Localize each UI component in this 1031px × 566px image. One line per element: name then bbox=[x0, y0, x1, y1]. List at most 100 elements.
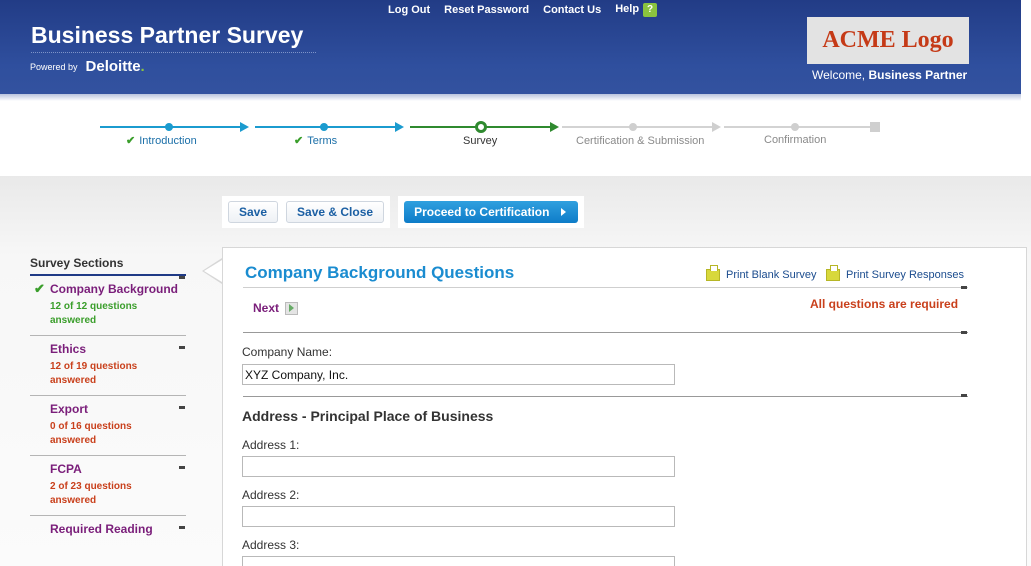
divider-tick bbox=[179, 346, 185, 349]
sidebar-item-count: 2 of 23 questions answered bbox=[50, 480, 186, 508]
save-close-button[interactable]: Save & Close bbox=[286, 201, 385, 223]
print-blank-survey-label: Print Blank Survey bbox=[726, 269, 817, 281]
step-dot-terms bbox=[320, 123, 328, 131]
progress-stepper: ✔ Introduction ✔ Terms Survey Certificatio… bbox=[0, 110, 1031, 170]
step-arrow-icon bbox=[240, 122, 249, 132]
title-divider bbox=[243, 287, 968, 288]
printer-icon bbox=[706, 265, 720, 281]
section-divider bbox=[243, 332, 968, 333]
page-title: Company Background Questions bbox=[245, 263, 515, 282]
panel-pointer-inner bbox=[204, 260, 222, 282]
step-certification[interactable]: Certification & Submission bbox=[576, 135, 704, 147]
sidebar-item-export[interactable]: Export 0 of 16 questions answered bbox=[30, 396, 186, 456]
sidebar-item-company-background[interactable]: ✔ Company Background 12 of 12 questions a… bbox=[30, 276, 186, 336]
step-introduction[interactable]: ✔ Introduction bbox=[126, 134, 197, 147]
powered-by: Powered by Deloitte. bbox=[30, 58, 145, 75]
address-heading: Address - Principal Place of Business bbox=[242, 408, 494, 424]
step-end-square bbox=[870, 122, 880, 132]
help-icon[interactable]: ? bbox=[643, 3, 658, 17]
step-terms[interactable]: ✔ Terms bbox=[294, 134, 337, 147]
sidebar-title: Survey Sections bbox=[30, 256, 186, 276]
sidebar-item-count-line: answered bbox=[50, 375, 97, 386]
divider-tick bbox=[179, 276, 185, 279]
check-icon: ✔ bbox=[126, 135, 136, 147]
powered-by-label: Powered by bbox=[30, 61, 78, 72]
help-link[interactable]: Help? bbox=[615, 3, 658, 17]
step-introduction-label: Introduction bbox=[139, 135, 197, 147]
divider-tick bbox=[961, 331, 967, 334]
client-logo: ACME Logo bbox=[807, 17, 969, 64]
sidebar-item-required-reading[interactable]: Required Reading bbox=[30, 516, 186, 566]
step-arrow-icon bbox=[395, 122, 404, 132]
next-arrow-icon bbox=[285, 301, 299, 315]
sidebar-item-count: 12 of 12 questions answered bbox=[50, 300, 186, 328]
divider-tick bbox=[179, 466, 185, 469]
print-survey-responses-label: Print Survey Responses bbox=[846, 269, 964, 281]
proceed-group: Proceed to Certification bbox=[398, 196, 585, 228]
sidebar-item-count: 0 of 16 questions answered bbox=[50, 420, 186, 448]
step-terms-label: Terms bbox=[307, 135, 338, 147]
sidebar-item-count-line: 0 of 16 questions bbox=[50, 421, 132, 432]
logout-link[interactable]: Log Out bbox=[388, 4, 430, 16]
divider-tick bbox=[179, 526, 185, 529]
save-group: Save Save & Close bbox=[222, 196, 391, 228]
section-divider bbox=[243, 396, 968, 397]
sidebar: Survey Sections ✔ Company Background 12 … bbox=[30, 256, 186, 566]
next-link[interactable]: Next bbox=[253, 301, 299, 315]
save-button[interactable]: Save bbox=[228, 201, 279, 223]
proceed-label: Proceed to Certification bbox=[414, 205, 550, 219]
deloitte-logo-dot: . bbox=[140, 58, 145, 75]
complete-check-icon: ✔ bbox=[34, 281, 45, 296]
sidebar-item-label: Ethics bbox=[50, 342, 87, 356]
header-shadow bbox=[0, 94, 1021, 101]
company-name-label: Company Name: bbox=[242, 345, 333, 359]
title-divider bbox=[31, 52, 316, 53]
address3-input[interactable] bbox=[242, 556, 675, 566]
deloitte-logo: Deloitte. bbox=[86, 58, 145, 75]
contact-us-link[interactable]: Contact Us bbox=[543, 4, 601, 16]
welcome-text: Welcome, Business Partner bbox=[812, 68, 967, 82]
printer-icon bbox=[826, 265, 840, 281]
sidebar-item-ethics[interactable]: Ethics 12 of 19 questions answered bbox=[30, 336, 186, 396]
print-survey-responses-link[interactable]: Print Survey Responses bbox=[826, 265, 964, 281]
play-arrow-icon bbox=[561, 208, 567, 216]
sidebar-item-fcpa[interactable]: FCPA 2 of 23 questions answered bbox=[30, 456, 186, 516]
address1-input[interactable] bbox=[242, 456, 675, 477]
address1-label: Address 1: bbox=[242, 438, 300, 452]
sidebar-item-count-line: 12 of 12 questions bbox=[50, 301, 138, 312]
sidebar-item-label: FCPA bbox=[50, 462, 82, 476]
check-icon: ✔ bbox=[294, 135, 304, 147]
deloitte-logo-text: Deloitte bbox=[85, 58, 141, 75]
step-arrow-icon bbox=[712, 122, 721, 132]
reset-password-link[interactable]: Reset Password bbox=[444, 4, 529, 16]
address3-label: Address 3: bbox=[242, 538, 300, 552]
company-name-input[interactable] bbox=[242, 364, 675, 385]
next-label: Next bbox=[253, 301, 280, 315]
step-survey[interactable]: Survey bbox=[463, 135, 497, 147]
proceed-to-certification-button[interactable]: Proceed to Certification bbox=[404, 201, 579, 223]
address2-label: Address 2: bbox=[242, 488, 300, 502]
welcome-user: Business Partner bbox=[868, 68, 968, 82]
step-confirmation[interactable]: Confirmation bbox=[764, 134, 826, 146]
sidebar-item-label: Company Background bbox=[50, 282, 179, 296]
print-blank-survey-link[interactable]: Print Blank Survey bbox=[706, 265, 817, 281]
divider-tick bbox=[961, 286, 967, 289]
step-connector bbox=[562, 126, 712, 128]
sidebar-item-count-line: answered bbox=[50, 495, 97, 506]
step-arrow-icon bbox=[550, 122, 559, 132]
sidebar-item-label: Required Reading bbox=[50, 522, 153, 536]
address2-input[interactable] bbox=[242, 506, 675, 527]
required-notice: All questions are required bbox=[810, 297, 959, 311]
main-panel: Company Background Questions Print Blank… bbox=[222, 247, 1027, 566]
sidebar-item-count-line: 12 of 19 questions bbox=[50, 361, 138, 372]
help-link-label[interactable]: Help bbox=[615, 3, 639, 15]
step-dot-certification bbox=[629, 123, 637, 131]
sidebar-item-count-line: 2 of 23 questions bbox=[50, 481, 132, 492]
app-title: Business Partner Survey bbox=[31, 22, 304, 48]
step-dot-introduction bbox=[165, 123, 173, 131]
sidebar-item-label: Export bbox=[50, 402, 89, 416]
welcome-prefix: Welcome, bbox=[812, 68, 866, 82]
divider-tick bbox=[961, 394, 967, 397]
sidebar-item-count: 12 of 19 questions answered bbox=[50, 360, 186, 388]
step-dot-confirmation bbox=[791, 123, 799, 131]
